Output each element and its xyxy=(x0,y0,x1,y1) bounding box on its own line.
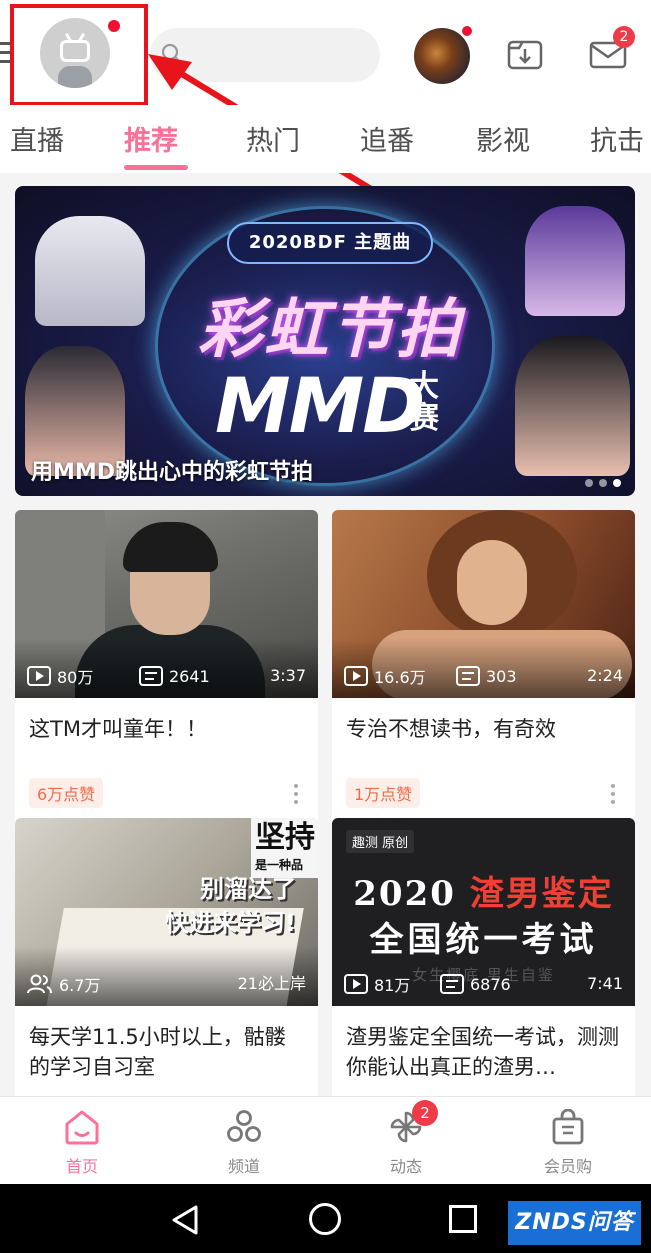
app-screen: 2 直播 推荐 热门 追番 影视 抗击 2020BDF 主题曲 彩虹节拍 MMD… xyxy=(0,0,651,1253)
video-thumbnail: 16.6万 303 2:24 xyxy=(332,510,635,698)
tab-recommend[interactable]: 推荐 xyxy=(124,119,178,158)
dynamic-badge: 2 xyxy=(412,1100,438,1126)
video-card[interactable]: 80万 2641 3:37 这TM才叫童年！！ 6万点赞 xyxy=(15,510,318,828)
play-count: 16.6万 xyxy=(374,668,426,687)
danmaku-icon xyxy=(440,974,464,994)
channel-tabs: 直播 推荐 热门 追番 影视 抗击 xyxy=(0,105,651,173)
video-title: 渣男鉴定全国统一考试，测测你能认出真正的渣男… xyxy=(346,1025,619,1079)
banner-brand-suffix: 大赛 xyxy=(409,369,439,436)
video-duration: 2:24 xyxy=(587,666,623,685)
nav-shop[interactable]: 会员购 xyxy=(487,1097,649,1185)
carousel-dot-active[interactable] xyxy=(613,479,621,487)
banner-subtitle: 2020BDF 主题曲 xyxy=(227,222,433,264)
banner-brand: MMD xyxy=(215,361,425,450)
more-options-icon[interactable] xyxy=(611,784,615,808)
danmaku-count: 6876 xyxy=(470,974,511,994)
video-card[interactable]: 16.6万 303 2:24 专治不想读书，有奇效 1万点赞 xyxy=(332,510,635,828)
viewers-icon xyxy=(27,974,52,994)
tab-anime[interactable]: 追番 xyxy=(360,119,414,158)
danmaku-icon xyxy=(139,666,163,686)
danmaku-icon xyxy=(456,666,480,686)
channel-logo: 趣测 原创 xyxy=(346,830,415,853)
play-count-icon xyxy=(27,666,51,686)
live-title: 每天学11.5小时以上，骷髅的学习自习室 xyxy=(29,1025,286,1079)
play-count: 81万 xyxy=(374,976,411,995)
likes-badge: 6万点赞 xyxy=(29,778,104,808)
nav-channel[interactable]: 频道 xyxy=(163,1097,325,1185)
home-circle-icon[interactable] xyxy=(309,1203,341,1235)
carousel-dot[interactable] xyxy=(585,479,593,487)
recent-apps-icon[interactable] xyxy=(449,1205,477,1233)
nav-dynamic[interactable]: 动态 xyxy=(325,1097,487,1185)
home-icon xyxy=(65,1110,99,1145)
video-card[interactable]: 趣测 原创 2020 渣男鉴定 全国统一考试 女生樱底 男生自鉴 81万 687… xyxy=(332,818,635,1136)
danmaku-count: 2641 xyxy=(169,666,210,686)
viewer-count: 6.7万 xyxy=(59,976,101,995)
tab-live[interactable]: 直播 xyxy=(10,119,64,158)
mail-badge: 2 xyxy=(613,26,635,48)
live-room-tag: 21必上岸 xyxy=(237,974,306,993)
video-thumbnail: 趣测 原创 2020 渣男鉴定 全国统一考试 女生樱底 男生自鉴 81万 687… xyxy=(332,818,635,1006)
tab-indicator xyxy=(124,165,188,170)
tab-fight[interactable]: 抗击 xyxy=(590,119,644,158)
video-title: 专治不想读书，有奇效 xyxy=(346,717,556,741)
video-thumbnail: 80万 2641 3:37 xyxy=(15,510,318,698)
nav-home[interactable]: 首页 xyxy=(1,1097,163,1185)
play-count-icon xyxy=(344,974,368,994)
live-card[interactable]: 坚持 是一种品 别溜达了 快进来学习! 6.7万 21必上岸 每天学11.5小时以… xyxy=(15,818,318,1136)
likes-badge: 1万点赞 xyxy=(346,778,421,808)
watermark-logo: ZNDS问答 xyxy=(508,1201,641,1245)
channel-icon xyxy=(227,1110,261,1142)
video-duration: 7:41 xyxy=(587,974,623,993)
banner-caption: 用MMD跳出心中的彩虹节拍 xyxy=(31,460,314,485)
game-center-avatar[interactable] xyxy=(414,28,470,84)
play-count-icon xyxy=(344,666,368,686)
danmaku-count: 303 xyxy=(486,666,517,686)
play-count: 80万 xyxy=(57,668,94,687)
banner-title: 彩虹节拍 xyxy=(198,293,462,367)
carousel-dots xyxy=(579,472,621,491)
tab-movies[interactable]: 影视 xyxy=(476,119,530,158)
carousel-dot[interactable] xyxy=(599,479,607,487)
download-icon[interactable] xyxy=(505,34,545,74)
more-options-icon[interactable] xyxy=(294,784,298,808)
tab-hot[interactable]: 热门 xyxy=(246,119,300,158)
game-center-dot xyxy=(462,26,472,36)
bottom-navigation: 首页 频道 动态 会员购 xyxy=(0,1096,651,1184)
video-title: 这TM才叫童年！！ xyxy=(29,717,207,741)
live-thumbnail: 坚持 是一种品 别溜达了 快进来学习! 6.7万 21必上岸 xyxy=(15,818,318,1006)
annotation-box xyxy=(10,4,148,106)
banner-carousel[interactable]: 2020BDF 主题曲 彩虹节拍 MMD 大赛 用MMD跳出心中的彩虹节拍 xyxy=(15,186,635,496)
shopping-bag-icon xyxy=(552,1109,584,1145)
thumbnail-text: 别溜达了 快进来学习! xyxy=(165,875,296,937)
back-icon[interactable] xyxy=(170,1204,200,1236)
video-duration: 3:37 xyxy=(270,666,306,685)
